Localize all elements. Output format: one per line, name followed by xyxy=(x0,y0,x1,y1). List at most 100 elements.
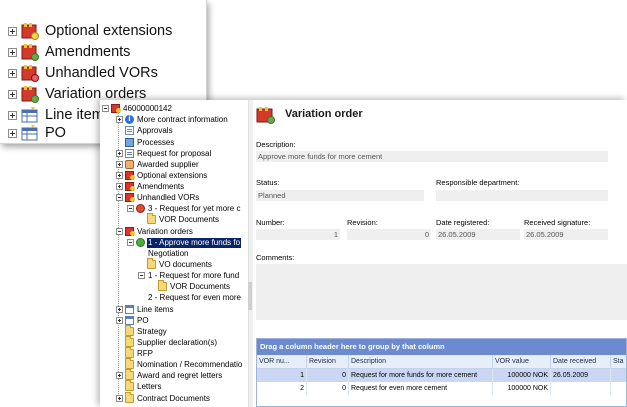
group-by-bar[interactable]: Drag a column header here to group by th… xyxy=(257,339,626,355)
tree-item-vor-documents-2[interactable]: VOR Documents xyxy=(158,280,231,292)
cell-status xyxy=(611,382,626,395)
description-field[interactable]: Approve more funds for more cement xyxy=(256,151,608,162)
tree-label: 2 - Request for even more xyxy=(148,292,241,302)
folder-icon xyxy=(125,358,134,369)
folder-icon xyxy=(158,280,167,291)
collapse-icon[interactable] xyxy=(127,205,134,212)
contract-tree: 46000000142 i More contract information … xyxy=(100,100,250,407)
tree-label: Approvals xyxy=(137,125,173,135)
extension-icon xyxy=(21,22,39,40)
tree-item-request-for-proposal[interactable]: Request for proposal xyxy=(116,148,212,159)
tree-item-contract-documents[interactable]: Contract Documents xyxy=(116,392,211,404)
folder-icon xyxy=(125,347,134,358)
expand-icon[interactable] xyxy=(116,116,123,123)
tree-item-amendments[interactable]: Amendments xyxy=(116,181,185,192)
expand-icon[interactable] xyxy=(8,128,17,138)
zoom-item-amendments[interactable]: Amendments xyxy=(8,41,130,63)
department-label: Responsible department: xyxy=(436,178,520,187)
column-header-status[interactable]: Sta xyxy=(611,355,626,369)
collapse-icon[interactable] xyxy=(102,105,109,112)
tree-item-approvals[interactable]: Approvals xyxy=(125,125,174,136)
expand-icon[interactable] xyxy=(8,47,17,57)
vor-icon xyxy=(125,193,135,202)
tree-label: Award and regret letters xyxy=(137,370,223,380)
tree-item-nomination[interactable]: Nomination / Recommendatio xyxy=(125,358,243,370)
expand-icon[interactable] xyxy=(8,26,17,36)
expand-icon[interactable] xyxy=(8,89,17,99)
tree-label: Awarded supplier xyxy=(137,159,199,169)
column-header-vor-number[interactable]: VOR nu... xyxy=(257,355,307,369)
tree-item-award-letters[interactable]: Award and regret letters xyxy=(116,369,223,381)
expand-icon[interactable] xyxy=(116,306,123,313)
tree-label: Processes xyxy=(137,137,175,147)
department-field[interactable] xyxy=(436,190,608,201)
collapse-icon[interactable] xyxy=(116,194,123,201)
contract-icon xyxy=(111,104,121,113)
received-signature-field[interactable]: 26.05.2009 xyxy=(524,229,608,240)
expand-icon[interactable] xyxy=(116,150,123,157)
expand-icon[interactable] xyxy=(116,372,123,379)
tree-label: 1 - Approve more funds fo xyxy=(147,237,242,248)
table-row[interactable]: 1 0 Request for more funds for more ceme… xyxy=(257,369,626,382)
collapse-icon[interactable] xyxy=(127,239,134,246)
expand-icon[interactable] xyxy=(8,110,17,120)
expand-icon[interactable] xyxy=(116,395,123,402)
tree-item-variation-orders[interactable]: Variation orders xyxy=(116,226,194,237)
zoom-item-label: Unhandled VORs xyxy=(45,65,158,81)
zoom-item-label: Line item xyxy=(45,107,104,123)
tree-item-request-2[interactable]: 2 - Request for even more xyxy=(147,292,242,303)
status-field[interactable]: Planned xyxy=(256,190,424,201)
tree-item-optional-extensions[interactable]: Optional extensions xyxy=(116,170,208,181)
tree-item-vor-3[interactable]: 3 - Request for yet more c xyxy=(127,203,241,214)
column-header-description[interactable]: Description xyxy=(349,355,493,369)
expand-icon[interactable] xyxy=(116,172,123,179)
variation-order-icon xyxy=(256,106,276,124)
tree-item-awarded-supplier[interactable]: Awarded supplier xyxy=(116,159,200,170)
tree-label: Variation orders xyxy=(137,226,193,236)
number-field[interactable]: 1 xyxy=(256,229,340,240)
tree-item-more-contract-information[interactable]: i More contract information xyxy=(116,114,229,125)
tree-label: PO xyxy=(137,315,149,325)
tree-item-vo-1-selected[interactable]: 1 - Approve more funds fo xyxy=(127,237,242,248)
tree-item-request-1[interactable]: 1 - Request for more fund xyxy=(138,270,240,281)
tree-item-strategy[interactable]: Strategy xyxy=(125,325,168,337)
line-items-icon xyxy=(125,305,134,314)
tree-item-supplier-declarations[interactable]: Supplier declaration(s) xyxy=(125,336,218,348)
expand-icon[interactable] xyxy=(116,317,123,324)
tree-item-vor-documents[interactable]: VOR Documents xyxy=(147,213,220,225)
number-label: Number: xyxy=(256,218,285,227)
tree-scrollbar-thumb[interactable] xyxy=(248,282,252,310)
column-header-revision[interactable]: Revision xyxy=(307,355,349,369)
tree-label: Unhandled VORs xyxy=(137,192,200,202)
zoom-item-optional-extensions[interactable]: Optional extensions xyxy=(8,20,172,42)
tree-item-line-items[interactable]: Line items xyxy=(116,304,174,315)
extension-icon xyxy=(125,171,135,180)
expand-icon[interactable] xyxy=(116,183,123,190)
collapse-icon[interactable] xyxy=(138,272,145,279)
po-icon xyxy=(125,316,134,325)
tree-item-processes[interactable]: Processes xyxy=(125,137,175,148)
expand-icon[interactable] xyxy=(116,161,123,168)
tree-item-vo-documents[interactable]: VO documents xyxy=(147,258,213,270)
tree-scrollbar[interactable] xyxy=(248,100,253,407)
revision-field[interactable]: 0 xyxy=(347,229,431,240)
tree-root[interactable]: 46000000142 xyxy=(102,103,173,114)
collapse-icon[interactable] xyxy=(116,228,123,235)
zoom-item-label: Optional extensions xyxy=(45,23,173,39)
tree-item-letters[interactable]: Letters xyxy=(125,380,162,392)
column-header-date-received[interactable]: Date received xyxy=(551,355,611,369)
tree-item-po[interactable]: PO xyxy=(116,315,150,326)
zoom-item-po[interactable]: PO xyxy=(8,122,66,143)
column-header-vor-value[interactable]: VOR value xyxy=(493,355,551,369)
tree-label: VOR Documents xyxy=(170,281,231,291)
approvals-icon xyxy=(125,126,134,135)
tree-item-negotiation[interactable]: Negotiation xyxy=(147,248,189,259)
zoom-item-unhandled-vors[interactable]: Unhandled VORs xyxy=(8,62,158,84)
vor-icon xyxy=(21,64,39,82)
tree-item-unhandled-vors[interactable]: Unhandled VORs xyxy=(116,192,200,203)
description-label: Description: xyxy=(256,140,296,149)
comments-field[interactable] xyxy=(256,264,627,320)
date-registered-field[interactable]: 26.05.2009 xyxy=(436,229,520,240)
expand-icon[interactable] xyxy=(8,68,17,78)
table-row[interactable]: 2 0 Request for even more cement 100000 … xyxy=(257,382,626,395)
